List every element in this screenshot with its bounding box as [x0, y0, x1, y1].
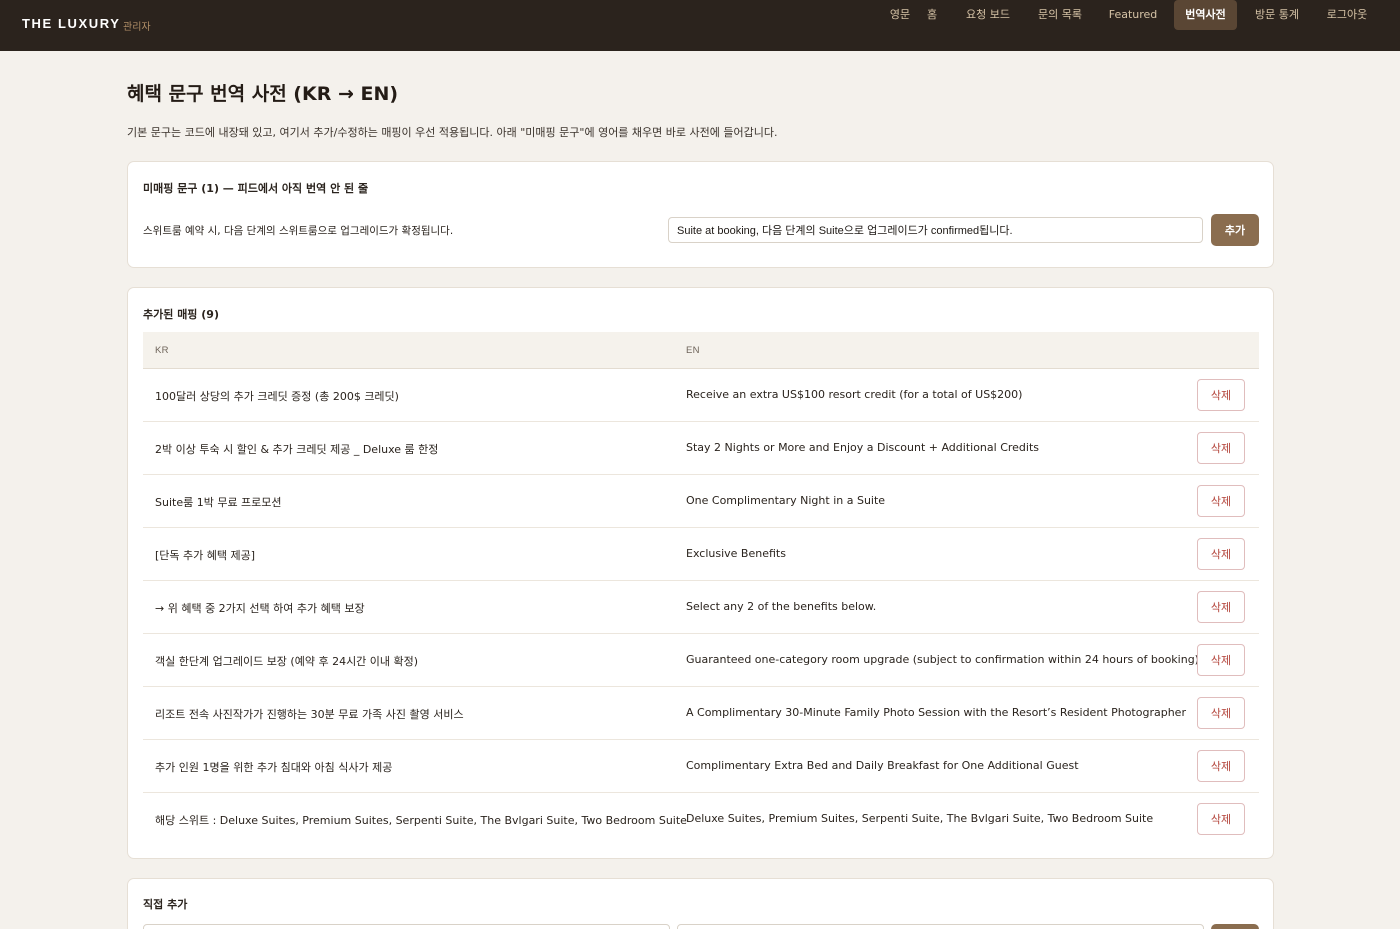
table-row: Suite룸 1박 무료 프로모션 One Complimentary Night… — [143, 475, 1259, 528]
cell-kr: [단독 추가 혜택 제공] — [155, 549, 256, 562]
cell-en: One Complimentary Night in a Suite — [686, 494, 886, 507]
cell-kr: → 위 혜택 중 2가지 선택 하여 추가 혜택 보장 — [155, 602, 365, 615]
delete-button[interactable]: 삭제 — [1197, 697, 1245, 729]
table-row: 2박 이상 투숙 시 할인 & 추가 크레딧 제공 _ Deluxe 룸 한정 S… — [143, 422, 1259, 475]
delete-button[interactable]: 삭제 — [1197, 750, 1245, 782]
nav-visit-stats[interactable]: 방문 통계 — [1245, 0, 1309, 30]
table-row: 객실 한단계 업그레이드 보장 (예약 후 24시간 이내 확정) Guarant… — [143, 634, 1259, 687]
delete-button[interactable]: 삭제 — [1197, 379, 1245, 411]
nav-request-board[interactable]: 요청 보드 — [957, 0, 1019, 30]
nav-home[interactable]: 홈 — [919, 0, 945, 30]
cell-kr: 2박 이상 투숙 시 할인 & 추가 크레딧 제공 _ Deluxe 룸 한정 — [155, 443, 439, 456]
cell-kr: 추가 인원 1명을 위한 추가 침대와 아침 식사가 제공 — [155, 761, 393, 774]
cell-en: Receive an extra US$100 resort credit (f… — [686, 388, 1023, 401]
delete-button[interactable]: 삭제 — [1197, 644, 1245, 676]
delete-button[interactable]: 삭제 — [1197, 538, 1245, 570]
unmapped-kr-text: 스위트룸 예약 시, 다음 단계의 스위트룸으로 업그레이드가 확정됩니다. — [143, 225, 454, 237]
mappings-table: KR EN 100달러 상당의 추가 크레딧 증정 (총 200$ 크레딧) Re… — [143, 332, 1259, 846]
cell-en: Deluxe Suites, Premium Suites, Serpenti … — [686, 812, 1154, 825]
cell-kr: 객실 한단계 업그레이드 보장 (예약 후 24시간 이내 확정) — [155, 655, 419, 668]
table-header: KR EN — [143, 332, 1259, 369]
table-row: 100달러 상당의 추가 크레딧 증정 (총 200$ 크레딧) Receive … — [143, 369, 1259, 422]
cell-kr: Suite룸 1박 무료 프로모션 — [155, 496, 282, 509]
direct-add-title: 직접 추가 — [143, 898, 188, 911]
cell-en: Complimentary Extra Bed and Daily Breakf… — [686, 759, 1079, 772]
brand-subtitle: 관리자 — [123, 22, 151, 33]
cell-en: Exclusive Benefits — [686, 547, 786, 560]
table-row: 해당 스위트 : Deluxe Suites, Premium Suites, … — [143, 793, 1259, 846]
nav-inquiry-list[interactable]: 문의 목록 — [1029, 0, 1091, 30]
mappings-card: 추가된 매핑 (9) KR EN 100달러 상당의 추가 크레딧 증정 (총 … — [127, 287, 1274, 859]
direct-add-button[interactable] — [1211, 924, 1259, 929]
delete-button[interactable]: 삭제 — [1197, 485, 1245, 517]
cell-kr: 해당 스위트 : Deluxe Suites, Premium Suites, … — [155, 814, 687, 827]
cell-en: A Complimentary 30-Minute Family Photo S… — [686, 706, 1186, 719]
table-row: [단독 추가 혜택 제공] Exclusive Benefits 삭제 — [143, 528, 1259, 581]
cell-en: Select any 2 of the benefits below. — [686, 600, 877, 613]
nav-logout[interactable]: 로그아웃 — [1318, 0, 1376, 30]
direct-add-card: 직접 추가 — [127, 878, 1274, 929]
table-body: 100달러 상당의 추가 크레딧 증정 (총 200$ 크레딧) Receive … — [143, 369, 1259, 846]
unmapped-en-input[interactable] — [668, 217, 1203, 243]
delete-button[interactable]: 삭제 — [1197, 803, 1245, 835]
delete-button[interactable]: 삭제 — [1197, 591, 1245, 623]
brand-logo[interactable]: THE LUXURY — [22, 16, 121, 31]
table-row: 추가 인원 1명을 위한 추가 침대와 아침 식사가 제공 Complimenta… — [143, 740, 1259, 793]
table-row: → 위 혜택 중 2가지 선택 하여 추가 혜택 보장 Select any 2 … — [143, 581, 1259, 634]
cell-en: Stay 2 Nights or More and Enjoy a Discou… — [686, 441, 1040, 454]
delete-button[interactable]: 삭제 — [1197, 432, 1245, 464]
nav-translation-dictionary[interactable]: 번역사전 — [1174, 0, 1237, 30]
cell-kr: 100달러 상당의 추가 크레딧 증정 (총 200$ 크레딧) — [155, 390, 399, 403]
page-description: 기본 문구는 코드에 내장돼 있고, 여기서 추가/수정하는 매핑이 우선 적용… — [127, 126, 778, 139]
column-header-kr: KR — [155, 345, 169, 356]
direct-add-kr-input[interactable] — [143, 924, 670, 929]
cell-en: Guaranteed one-category room upgrade (su… — [686, 653, 1199, 666]
unmapped-add-button[interactable]: 추가 — [1211, 214, 1259, 246]
nav-featured[interactable]: Featured — [1101, 0, 1165, 30]
cell-kr: 리조트 전속 사진작가가 진행하는 30분 무료 가족 사진 촬영 서비스 — [155, 708, 464, 721]
direct-add-en-input[interactable] — [677, 924, 1204, 929]
page-title: 혜택 문구 번역 사전 (KR → EN) — [127, 83, 399, 105]
column-header-en: EN — [686, 345, 700, 356]
unmapped-title: 미매핑 문구 (1) — 피드에서 아직 번역 안 된 줄 — [143, 182, 369, 195]
mappings-title: 추가된 매핑 (9) — [143, 308, 219, 321]
nav-english[interactable]: 영문 — [883, 0, 917, 30]
table-row: 리조트 전속 사진작가가 진행하는 30분 무료 가족 사진 촬영 서비스 A C… — [143, 687, 1259, 740]
unmapped-card: 미매핑 문구 (1) — 피드에서 아직 번역 안 된 줄 스위트룸 예약 시,… — [127, 161, 1274, 268]
top-nav-bar: THE LUXURY 관리자 영문 홈 요청 보드 문의 목록 Featured… — [0, 0, 1400, 51]
